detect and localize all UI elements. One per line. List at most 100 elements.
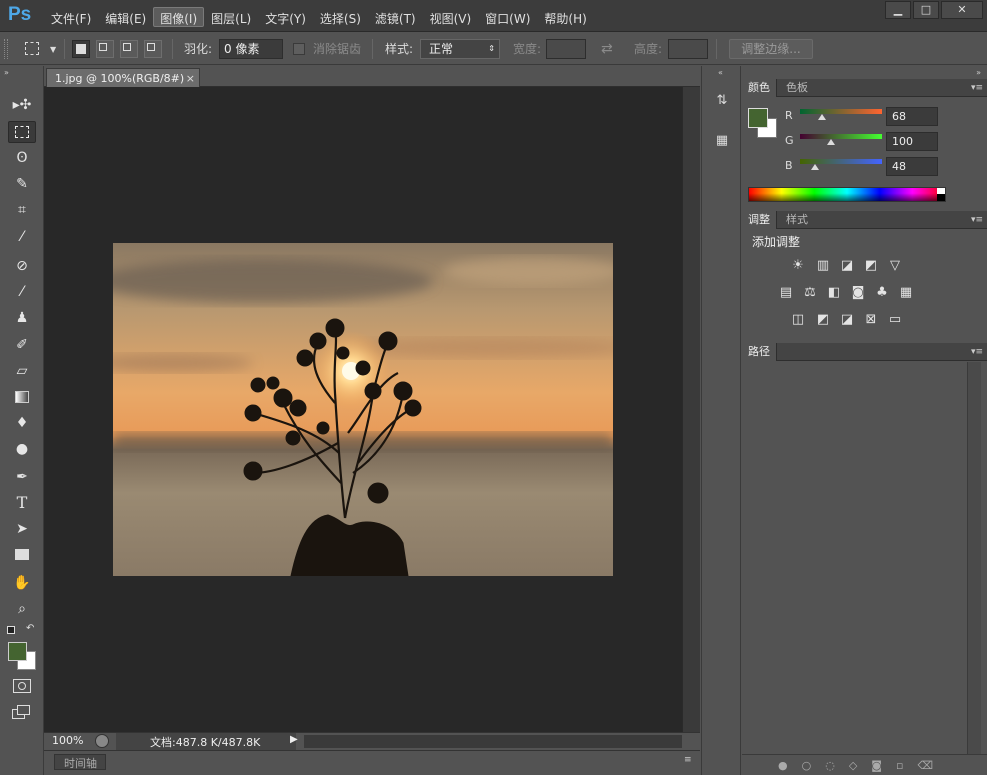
green-slider[interactable] (800, 134, 882, 145)
levels-icon[interactable]: ▥ (814, 258, 832, 274)
screen-mode-icon[interactable] (12, 705, 32, 721)
collapse-arrows-icon[interactable]: « (718, 68, 723, 77)
swap-arrows-icon[interactable]: ⇄ (601, 33, 613, 65)
move-icon[interactable]: ▸✣ (8, 94, 36, 116)
history-icon[interactable]: ⇅ (709, 90, 735, 112)
eraser-icon[interactable]: ▱ (8, 360, 36, 382)
tab-adjustments[interactable]: 调整 (742, 211, 777, 229)
foreground-color-swatch[interactable] (748, 108, 768, 128)
color-lookup-icon[interactable]: ▦ (897, 285, 915, 301)
panel-menu-icon[interactable]: ▾≡ (971, 343, 983, 361)
channel-mixer-icon[interactable]: ♣ (873, 285, 891, 301)
crop-icon[interactable]: ⌗ (8, 199, 36, 221)
fill-path-icon[interactable]: ● (778, 759, 788, 772)
vertical-scrollbar[interactable] (682, 87, 700, 732)
document-tab[interactable]: 1.jpg @ 100%(RGB/8#) × (46, 68, 200, 87)
tab-paths[interactable]: 路径 (742, 343, 777, 361)
antialias-checkbox[interactable] (293, 43, 305, 55)
shape-icon[interactable] (8, 544, 36, 566)
grip-handle[interactable] (4, 39, 8, 59)
preset-chevron-icon[interactable]: ▼ (50, 45, 56, 54)
blur-icon[interactable]: ♦ (8, 412, 36, 434)
swap-colors-icon[interactable]: ↶ (26, 623, 34, 634)
new-path-icon[interactable]: ▫ (896, 759, 903, 772)
brush-icon[interactable]: ⁄ (8, 281, 36, 303)
timeline-tab[interactable]: 时间轴 (64, 755, 97, 771)
history-brush-icon[interactable]: ✐ (8, 334, 36, 356)
gradient-icon[interactable] (8, 386, 36, 408)
add-selection-button[interactable] (96, 40, 114, 58)
vibrance-icon[interactable]: ▽ (886, 258, 904, 274)
height-input[interactable] (668, 39, 708, 59)
blue-slider[interactable] (800, 159, 882, 170)
subtract-selection-button[interactable] (120, 40, 138, 58)
dodge-icon[interactable]: ● (8, 438, 36, 460)
exposure-icon[interactable]: ◩ (862, 258, 880, 274)
menu-filter[interactable]: 滤镜(T) (368, 7, 423, 27)
horizontal-scrollbar[interactable] (304, 735, 682, 748)
marquee-preset-icon[interactable] (25, 42, 39, 55)
black-white-icon[interactable]: ◧ (825, 285, 843, 301)
intersect-selection-button[interactable] (144, 40, 162, 58)
path-select-icon[interactable]: ➤ (8, 518, 36, 540)
healing-brush-icon[interactable]: ⊘ (8, 255, 36, 277)
collapse-arrows-icon[interactable]: » (4, 68, 9, 77)
menu-edit[interactable]: 编辑(E) (98, 7, 153, 27)
color-spectrum-bar[interactable] (748, 187, 946, 202)
curves-icon[interactable]: ◪ (838, 258, 856, 274)
brightness-contrast-icon[interactable]: ☀ (789, 258, 807, 274)
load-selection-icon[interactable]: ◌ (825, 759, 835, 772)
menu-image[interactable]: 图像(I) (153, 7, 205, 27)
paths-scrollbar[interactable] (967, 362, 981, 754)
threshold-icon[interactable]: ◪ (838, 312, 856, 328)
menu-select[interactable]: 选择(S) (313, 7, 368, 27)
eyedropper-icon[interactable]: ⁄ (8, 226, 36, 248)
delete-path-icon[interactable]: ⌫ (917, 759, 933, 772)
marquee-icon[interactable] (8, 121, 36, 143)
properties-icon[interactable]: ▦ (709, 130, 735, 152)
feather-input[interactable]: 0 像素 (219, 39, 283, 59)
red-value-input[interactable]: 68 (886, 107, 938, 126)
menu-window[interactable]: 窗口(W) (478, 7, 537, 27)
new-selection-button[interactable] (72, 40, 90, 58)
canvas-image[interactable] (113, 243, 613, 576)
close-button[interactable]: ✕ (941, 1, 983, 19)
stroke-path-icon[interactable]: ○ (802, 759, 812, 772)
photo-filter-icon[interactable]: ◙ (849, 285, 867, 301)
green-value-input[interactable]: 100 (886, 132, 938, 151)
panel-menu-icon[interactable]: ▾≡ (971, 79, 983, 97)
panel-menu-icon[interactable]: ≡ (684, 755, 692, 765)
lasso-icon[interactable]: ʘ (8, 147, 36, 169)
tab-swatches[interactable]: 色板 (780, 79, 814, 97)
zoom-icon[interactable]: ⌕ (8, 598, 36, 620)
status-menu-icon[interactable] (95, 734, 109, 748)
make-path-icon[interactable]: ◇ (849, 759, 857, 772)
minimize-button[interactable]: ▁ (885, 1, 911, 19)
default-colors-icon[interactable] (7, 626, 15, 634)
close-icon[interactable]: × (186, 69, 195, 88)
pen-icon[interactable]: ✒ (8, 466, 36, 488)
width-input[interactable] (546, 39, 586, 59)
add-mask-icon[interactable]: ◙ (871, 759, 882, 772)
hand-icon[interactable]: ✋ (8, 572, 36, 594)
invert-icon[interactable]: ◫ (789, 312, 807, 328)
blue-value-input[interactable]: 48 (886, 157, 938, 176)
red-slider[interactable] (800, 109, 882, 120)
quick-select-icon[interactable]: ✎ (8, 173, 36, 195)
expand-arrows-icon[interactable]: » (976, 68, 981, 77)
menu-help[interactable]: 帮助(H) (537, 7, 593, 27)
clone-stamp-icon[interactable]: ♟ (8, 307, 36, 329)
play-arrow-icon[interactable]: ▶ (290, 734, 298, 745)
refine-edge-button[interactable]: 调整边缘... (729, 39, 813, 59)
foreground-color-swatch[interactable] (8, 642, 27, 661)
type-icon[interactable]: T (8, 492, 36, 514)
tab-color[interactable]: 颜色 (742, 79, 777, 97)
menu-view[interactable]: 视图(V) (423, 7, 479, 27)
maximize-button[interactable]: □ (913, 1, 939, 19)
selective-color-icon[interactable]: ⊠ (862, 312, 880, 328)
hue-saturation-icon[interactable]: ▤ (777, 285, 795, 301)
menu-layer[interactable]: 图层(L) (204, 7, 258, 27)
style-select[interactable]: 正常 ⇕ (420, 39, 500, 59)
quick-mask-icon[interactable] (13, 679, 31, 693)
zoom-level[interactable]: 100% (52, 734, 83, 747)
